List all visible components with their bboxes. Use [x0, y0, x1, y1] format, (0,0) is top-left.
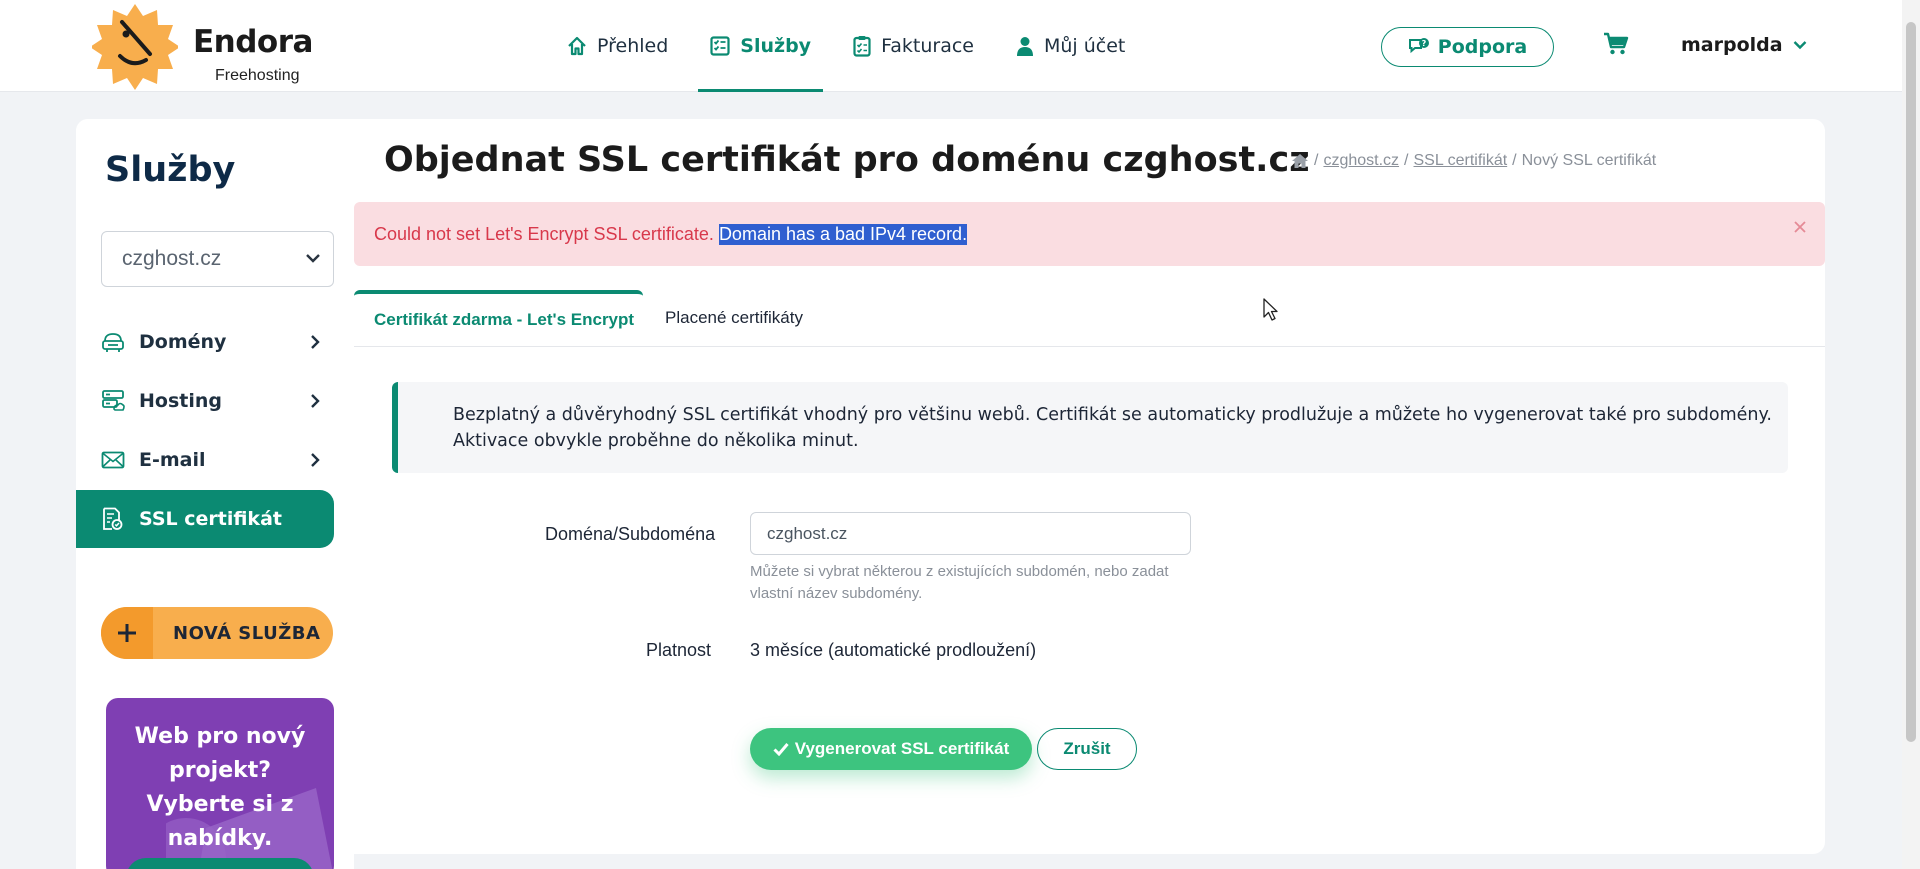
clipboard-icon [853, 36, 871, 57]
error-alert: Could not set Let's Encrypt SSL certific… [354, 202, 1825, 266]
hosting-icon [102, 390, 125, 411]
breadcrumb-separator: / [1512, 152, 1517, 169]
nav-label: Fakturace [881, 35, 974, 57]
brand-subtitle: Freehosting [215, 67, 300, 84]
checklist-icon [710, 36, 730, 56]
chevron-down-icon [1793, 41, 1806, 50]
cancel-button[interactable]: Zrušit [1037, 728, 1137, 770]
breadcrumb-link-ssl[interactable]: SSL certifikát [1414, 152, 1508, 170]
promo-text: Web pro nový projekt? Vyberte si z nabíd… [134, 724, 306, 851]
certificate-icon [103, 507, 123, 530]
chevron-down-icon [306, 254, 320, 263]
nav-label: Služby [740, 35, 812, 57]
nav-prehled[interactable]: Přehled [555, 0, 680, 92]
nav-label: Můj účet [1043, 35, 1126, 57]
promo-button[interactable] [126, 858, 314, 869]
page-scrollbar[interactable] [1902, 0, 1920, 869]
scrollbar-thumb[interactable] [1906, 22, 1916, 742]
tab-label: Certifikát zdarma - Let's Encrypt [374, 310, 635, 329]
mouse-cursor-icon [1263, 298, 1278, 321]
validity-value: 3 měsíce (automatické prodloužení) [750, 640, 1037, 660]
cart-icon[interactable] [1603, 32, 1629, 56]
generate-label: Vygenerovat SSL certifikát [794, 739, 1010, 758]
cancel-label: Zrušit [1063, 739, 1111, 758]
endora-logo-icon[interactable] [92, 4, 178, 90]
alert-highlighted-text: Domain has a bad IPv4 record. [718, 223, 968, 245]
home-icon[interactable] [1291, 153, 1309, 169]
plus-icon [118, 624, 136, 642]
tab-letsencrypt[interactable]: Certifikát zdarma - Let's Encrypt [354, 290, 643, 346]
breadcrumb-link-domain[interactable]: czghost.cz [1323, 152, 1399, 170]
check-icon [773, 743, 789, 756]
breadcrumb-current: Nový SSL certifikát [1521, 152, 1657, 169]
home-icon [568, 36, 586, 56]
domain-select[interactable]: czghost.cz [101, 231, 334, 287]
breadcrumb-separator: / [1314, 152, 1319, 169]
main-nav: Přehled Služby Fakturace Můj účet [555, 0, 1155, 92]
promo-banner[interactable]: Web pro nový projekt? Vyberte si z nabíd… [106, 698, 334, 869]
nav-sluzby[interactable]: Služby [698, 0, 823, 92]
nav-muj-ucet[interactable]: Můj účet [1004, 0, 1137, 92]
domain-hint: Můžete si vybrat některou z existujících… [750, 563, 1169, 602]
sidebar-item-hosting[interactable]: Hosting [101, 376, 334, 426]
support-button[interactable]: ? Podpora [1381, 27, 1554, 67]
brand-name: Endora [193, 24, 313, 60]
nav-label: Přehled [597, 35, 669, 57]
user-menu[interactable]: marpolda [1681, 34, 1807, 56]
svg-text:?: ? [1421, 39, 1426, 48]
top-header: Endora Freehosting Přehled Služby Faktur… [0, 0, 1902, 92]
validity-label: Platnost [646, 640, 712, 660]
sidebar-title: Služby [105, 150, 236, 190]
new-service-label: NOVÁ SLUŽBA [173, 622, 321, 644]
tab-divider [354, 346, 1825, 347]
new-service-button[interactable]: NOVÁ SLUŽBA [101, 607, 333, 659]
sidebar-item-email[interactable]: E-mail [101, 435, 334, 485]
close-icon[interactable] [1793, 220, 1807, 234]
sidebar-item-ssl[interactable]: SSL certifikát [76, 490, 334, 548]
sidebar-item-label: Hosting [139, 390, 222, 412]
sidebar-item-label: Domény [139, 331, 227, 353]
tab-label: Placené certifikáty [665, 308, 803, 327]
page-title: Objednat SSL certifikát pro doménu czgho… [384, 140, 1310, 180]
support-chat-icon: ? [1408, 38, 1429, 54]
tab-paid-certificates[interactable]: Placené certifikáty [665, 290, 803, 346]
support-label: Podpora [1437, 36, 1528, 58]
mail-icon [101, 451, 125, 469]
info-box: Bezplatný a důvěryhodný SSL certifikát v… [392, 382, 1788, 473]
nav-fakturace[interactable]: Fakturace [841, 0, 986, 92]
sidebar-item-label: SSL certifikát [139, 508, 282, 530]
domain-select-value: czghost.cz [122, 247, 222, 270]
breadcrumb-separator: / [1404, 152, 1409, 169]
chevron-right-icon [311, 453, 320, 467]
domain-input[interactable] [750, 512, 1191, 555]
username: marpolda [1681, 34, 1783, 56]
sidebar-item-domeny[interactable]: Domény [101, 317, 334, 367]
domain-field-label: Doména/Subdoména [545, 524, 716, 544]
chevron-right-icon [311, 335, 320, 349]
info-text: Bezplatný a důvěryhodný SSL certifikát v… [453, 405, 1772, 451]
alert-text: Could not set Let's Encrypt SSL certific… [374, 223, 714, 244]
generate-ssl-button[interactable]: Vygenerovat SSL certifikát [750, 728, 1032, 770]
breadcrumb: / czghost.cz / SSL certifikát / Nový SSL… [1291, 152, 1656, 170]
chevron-right-icon [311, 394, 320, 408]
sidebar-item-label: E-mail [139, 449, 206, 471]
user-icon [1016, 37, 1033, 56]
domain-icon [102, 333, 124, 352]
